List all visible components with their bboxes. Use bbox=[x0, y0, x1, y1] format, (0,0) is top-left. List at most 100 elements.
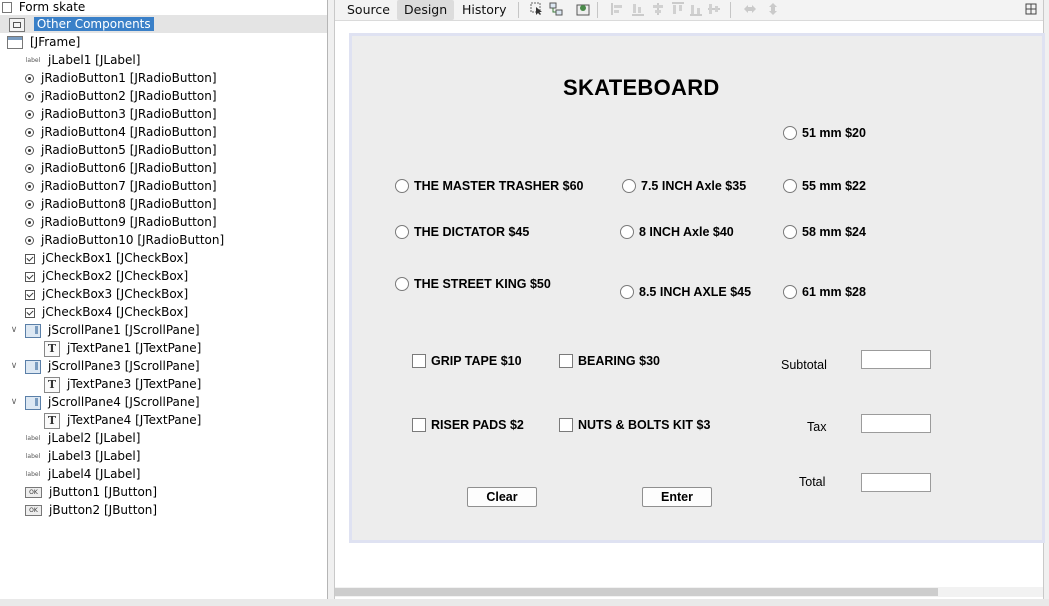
tree-item-label: jRadioButton9 [JRadioButton] bbox=[41, 215, 217, 229]
checkbox-riser-pads[interactable]: RISER PADS $2 bbox=[412, 416, 524, 434]
tree-item-label: jScrollPane3 [JScrollPane] bbox=[48, 359, 200, 373]
tree-row-jradiobutton9[interactable]: jRadioButton9 [JRadioButton] bbox=[25, 213, 217, 231]
tree-row-jradiobutton5[interactable]: jRadioButton5 [JRadioButton] bbox=[25, 141, 217, 159]
radio-icon bbox=[25, 110, 34, 119]
align-center-icon[interactable] bbox=[651, 2, 665, 16]
tree-row-other-components[interactable]: Other Components bbox=[9, 15, 154, 33]
checkbox-box[interactable] bbox=[559, 354, 573, 368]
checkbox-label: GRIP TAPE $10 bbox=[431, 354, 522, 368]
subtotal-label: Subtotal bbox=[781, 358, 827, 372]
radio-wheel-51[interactable]: 51 mm $20 bbox=[783, 124, 866, 142]
chevron-down-icon[interactable]: ∨ bbox=[9, 357, 19, 375]
tree-item-label: jRadioButton2 [JRadioButton] bbox=[41, 89, 217, 103]
tree-row-jtextpane4[interactable]: TjTextPane4 [JTextPane] bbox=[44, 411, 201, 429]
label-icon: label bbox=[25, 470, 41, 478]
align-right-icon[interactable] bbox=[631, 2, 645, 16]
selection-mode-icon[interactable] bbox=[530, 2, 544, 16]
radio-axle-1[interactable]: 7.5 INCH Axle $35 bbox=[622, 177, 746, 195]
tree-row-jcheckbox2[interactable]: jCheckBox2 [JCheckBox] bbox=[25, 267, 188, 285]
radio-deck-1[interactable]: THE MASTER TRASHER $60 bbox=[395, 177, 583, 195]
tree-row-jradiobutton3[interactable]: jRadioButton3 [JRadioButton] bbox=[25, 105, 217, 123]
radio-axle-2[interactable]: 8 INCH Axle $40 bbox=[620, 223, 734, 241]
radio-circle[interactable] bbox=[783, 225, 797, 239]
tree-row-jscrollpane4[interactable]: jScrollPane4 [JScrollPane] bbox=[25, 393, 200, 411]
total-field[interactable] bbox=[861, 473, 931, 492]
tree-row-jlabel2[interactable]: label jLabel2 [JLabel] bbox=[25, 429, 141, 447]
radio-axle-3[interactable]: 8.5 INCH AXLE $45 bbox=[620, 283, 751, 301]
tree-row-jlabel3[interactable]: label jLabel3 [JLabel] bbox=[25, 447, 141, 465]
tab-source[interactable]: Source bbox=[340, 0, 397, 20]
tab-design[interactable]: Design bbox=[397, 0, 455, 20]
radio-circle[interactable] bbox=[395, 179, 409, 193]
subtotal-field[interactable] bbox=[861, 350, 931, 369]
radio-circle[interactable] bbox=[783, 126, 797, 140]
horizontal-scrollbar[interactable] bbox=[335, 587, 1043, 597]
chevron-down-icon[interactable]: ∨ bbox=[9, 393, 19, 411]
tree-row-jradiobutton2[interactable]: jRadioButton2 [JRadioButton] bbox=[25, 87, 217, 105]
chevron-down-icon[interactable]: ∨ bbox=[9, 321, 19, 339]
radio-circle[interactable] bbox=[622, 179, 636, 193]
tree-row-jcheckbox3[interactable]: jCheckBox3 [JCheckBox] bbox=[25, 285, 188, 303]
align-middle-icon[interactable] bbox=[707, 2, 721, 16]
checkbox-box[interactable] bbox=[412, 354, 426, 368]
radio-wheel-55[interactable]: 55 mm $22 bbox=[783, 177, 866, 195]
tree-row-jradiobutton7[interactable]: jRadioButton7 [JRadioButton] bbox=[25, 177, 217, 195]
tree-row-jscrollpane3[interactable]: jScrollPane3 [JScrollPane] bbox=[25, 357, 200, 375]
tree-row-jframe[interactable]: [JFrame] bbox=[7, 33, 80, 51]
radio-circle[interactable] bbox=[395, 277, 409, 291]
align-left-icon[interactable] bbox=[611, 2, 625, 16]
clear-button[interactable]: Clear bbox=[467, 487, 537, 507]
checkbox-box[interactable] bbox=[412, 418, 426, 432]
align-bottom-icon[interactable] bbox=[689, 2, 703, 16]
tree-row-jcheckbox4[interactable]: jCheckBox4 [JCheckBox] bbox=[25, 303, 188, 321]
tree-row-form-skate[interactable]: Form skate bbox=[2, 0, 85, 16]
radio-circle[interactable] bbox=[783, 179, 797, 193]
tree-item-label: jTextPane3 [JTextPane] bbox=[67, 377, 202, 391]
tree-row-jtextpane3[interactable]: TjTextPane3 [JTextPane] bbox=[44, 375, 201, 393]
tree-item-label: jRadioButton3 [JRadioButton] bbox=[41, 107, 217, 121]
align-top-icon[interactable] bbox=[671, 2, 685, 16]
radio-deck-3[interactable]: THE STREET KING $50 bbox=[395, 275, 551, 293]
radio-circle[interactable] bbox=[620, 225, 634, 239]
radio-wheel-61[interactable]: 61 mm $28 bbox=[783, 283, 866, 301]
tree-item-label: jTextPane4 [JTextPane] bbox=[67, 413, 202, 427]
maximize-icon[interactable] bbox=[1024, 2, 1038, 16]
form-title-label: SKATEBOARD bbox=[563, 75, 720, 100]
tree-row-jlabel1[interactable]: label jLabel1 [JLabel] bbox=[25, 51, 141, 69]
tree-row-jbutton1[interactable]: OK jButton1 [JButton] bbox=[25, 483, 157, 501]
tree-row-jscrollpane1[interactable]: jScrollPane1 [JScrollPane] bbox=[25, 321, 200, 339]
radio-label: 61 mm $28 bbox=[802, 285, 866, 299]
radio-label: 8 INCH Axle $40 bbox=[639, 225, 734, 239]
checkbox-grip-tape[interactable]: GRIP TAPE $10 bbox=[412, 352, 522, 370]
tree-row-jradiobutton1[interactable]: jRadioButton1 [JRadioButton] bbox=[25, 69, 217, 87]
design-canvas: SKATEBOARD THE MASTER TRASHER $60 THE DI… bbox=[335, 21, 1045, 587]
scrollpane-icon bbox=[25, 359, 41, 374]
preview-design-icon[interactable] bbox=[576, 2, 590, 16]
radio-deck-2[interactable]: THE DICTATOR $45 bbox=[395, 223, 529, 241]
checkbox-bearing[interactable]: BEARING $30 bbox=[559, 352, 660, 370]
tree-row-jtextpane1[interactable]: TjTextPane1 [JTextPane] bbox=[44, 339, 201, 357]
radio-wheel-58[interactable]: 58 mm $24 bbox=[783, 223, 866, 241]
tree-row-jradiobutton4[interactable]: jRadioButton4 [JRadioButton] bbox=[25, 123, 217, 141]
tree-row-jlabel4[interactable]: label jLabel4 [JLabel] bbox=[25, 465, 141, 483]
tree-row-jradiobutton6[interactable]: jRadioButton6 [JRadioButton] bbox=[25, 159, 217, 177]
scrollbar-thumb[interactable] bbox=[335, 588, 938, 596]
other-components-label: Other Components bbox=[33, 17, 154, 31]
tree-row-jcheckbox1[interactable]: jCheckBox1 [JCheckBox] bbox=[25, 249, 188, 267]
tax-field[interactable] bbox=[861, 414, 931, 433]
radio-circle[interactable] bbox=[620, 285, 634, 299]
enter-button[interactable]: Enter bbox=[642, 487, 712, 507]
button-icon: OK bbox=[25, 487, 42, 498]
vertical-resize-icon[interactable] bbox=[766, 2, 780, 16]
checkbox-nuts-bolts[interactable]: NUTS & BOLTS KIT $3 bbox=[559, 416, 710, 434]
horizontal-resize-icon[interactable] bbox=[743, 2, 757, 16]
tree-row-jbutton2[interactable]: OK jButton2 [JButton] bbox=[25, 501, 157, 519]
frame-icon bbox=[7, 36, 23, 49]
radio-circle[interactable] bbox=[783, 285, 797, 299]
tab-history[interactable]: History bbox=[455, 0, 513, 20]
checkbox-box[interactable] bbox=[559, 418, 573, 432]
tree-row-jradiobutton8[interactable]: jRadioButton8 [JRadioButton] bbox=[25, 195, 217, 213]
radio-circle[interactable] bbox=[395, 225, 409, 239]
tree-row-jradiobutton10[interactable]: jRadioButton10 [JRadioButton] bbox=[25, 231, 224, 249]
connection-mode-icon[interactable] bbox=[549, 2, 563, 16]
